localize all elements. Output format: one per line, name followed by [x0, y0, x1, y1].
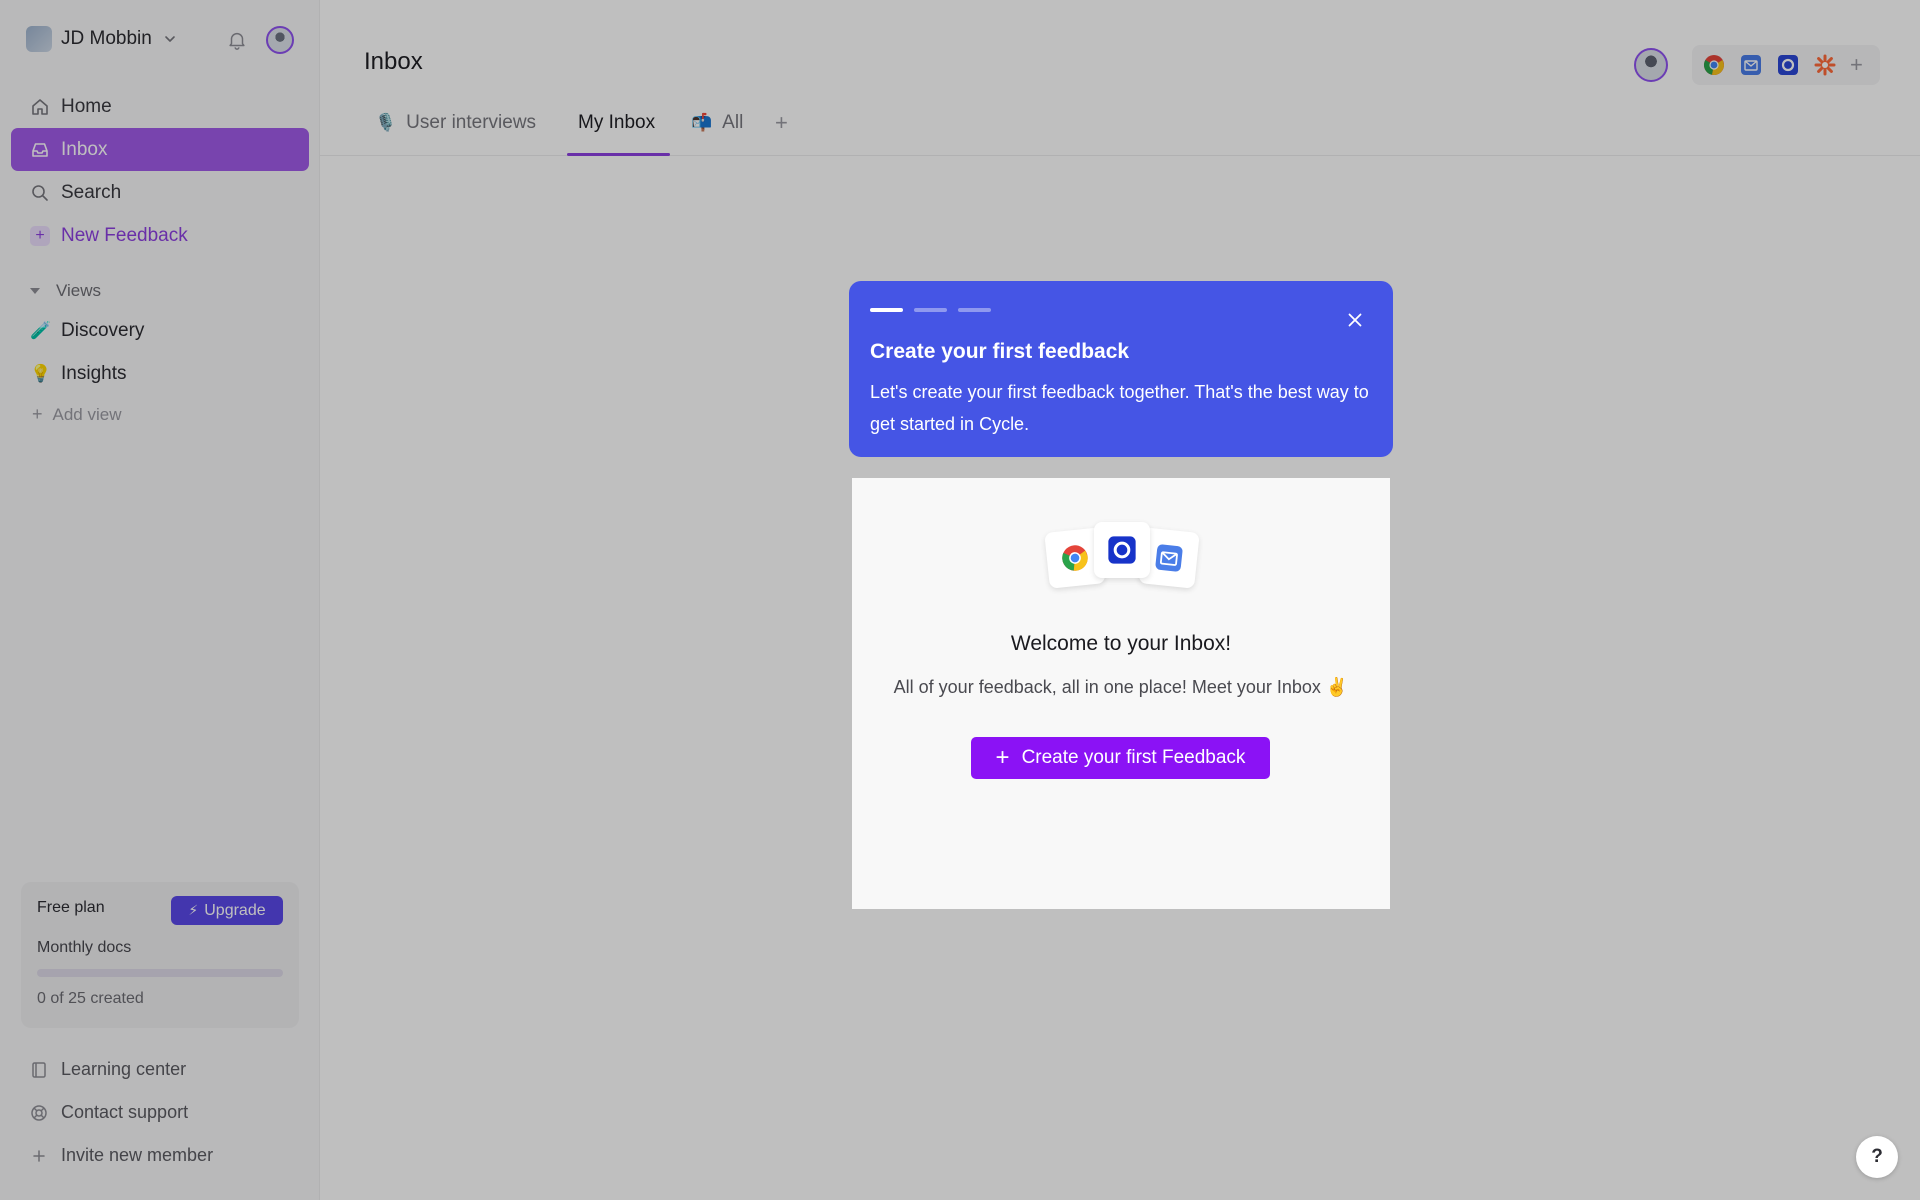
- empty-state-title: Welcome to your Inbox!: [1010, 632, 1232, 655]
- tooltip-title: Create your first feedback: [870, 340, 1130, 363]
- step-dot: [914, 308, 947, 312]
- intercom-icon: [1094, 522, 1150, 578]
- integration-illustration: [1044, 522, 1200, 592]
- cta-label: Create your first Feedback: [1021, 747, 1246, 768]
- help-button[interactable]: ?: [1856, 1136, 1898, 1178]
- empty-state-subtitle: All of your feedback, all in one place! …: [893, 677, 1349, 697]
- onboarding-tooltip: Create your first feedback Let's create …: [849, 281, 1393, 457]
- step-dot: [958, 308, 991, 312]
- create-first-feedback-button[interactable]: + Create your first Feedback: [971, 737, 1270, 779]
- step-dot: [870, 308, 903, 312]
- tooltip-body: Let's create your first feedback togethe…: [870, 382, 1369, 434]
- step-indicator: [870, 308, 991, 312]
- plus-icon: +: [995, 744, 1010, 771]
- close-icon[interactable]: [1343, 308, 1367, 332]
- inbox-empty-state: Welcome to your Inbox! All of your feedb…: [852, 478, 1390, 909]
